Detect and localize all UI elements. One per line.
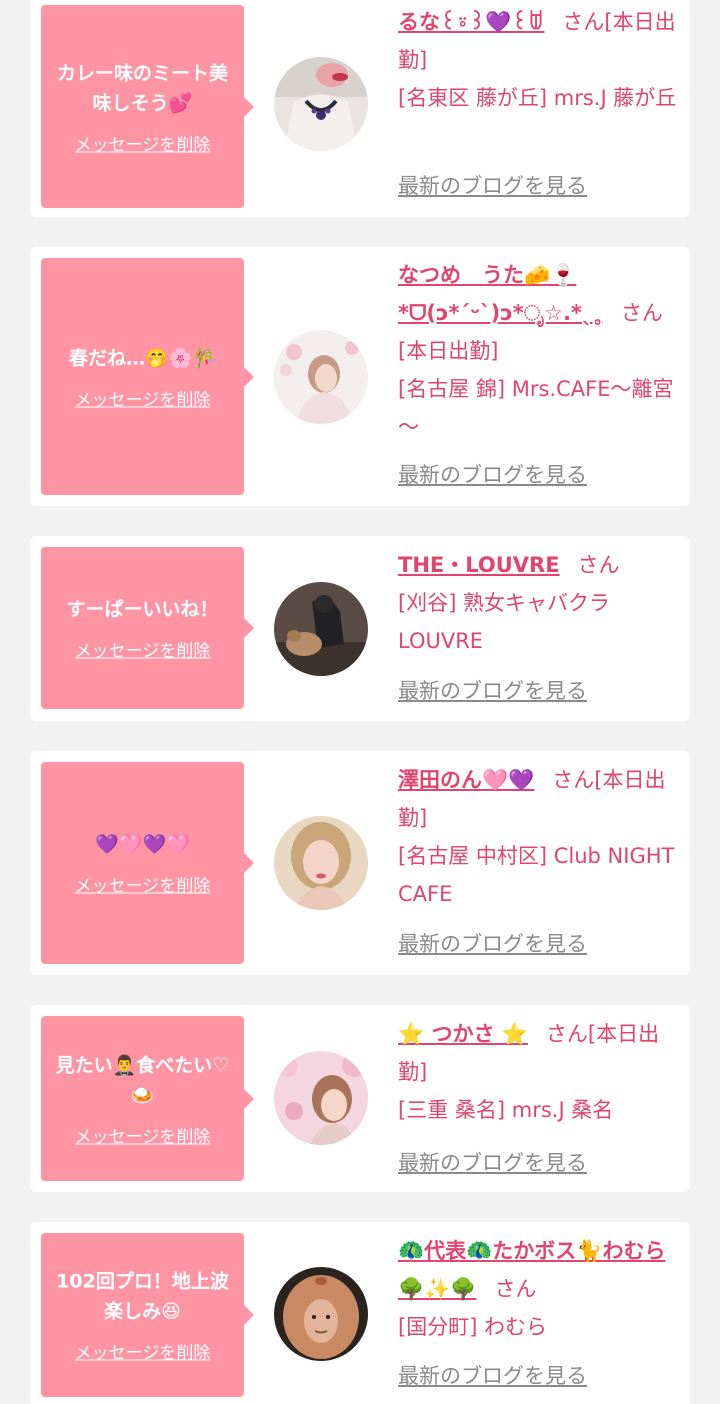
message-card: すーぱーいいね！ メッセージを削除 THE・LOUVRE さん [刈谷] 熟女キャ…: [30, 536, 690, 721]
message-text: カレー味のミート美味しそう💕: [56, 62, 228, 114]
shop-info: [名東区 藤が丘] mrs.J 藤が丘: [398, 86, 677, 110]
user-suffix: さん: [577, 553, 620, 577]
message-card: 見たい🤵‍♂️食べたい♡🍛 メッセージを削除 ⭐ つかさ ⭐ さん[本日出勤] […: [30, 1005, 690, 1192]
message-bubble: 💜🩷💜🩷 メッセージを削除: [41, 762, 254, 964]
message-bubble: 見たい🤵‍♂️食べたい♡🍛 メッセージを削除: [41, 1016, 254, 1181]
shop-info: [三重 桑名] mrs.J 桑名: [398, 1098, 614, 1122]
user-name-link[interactable]: ⭐ つかさ ⭐: [398, 1022, 528, 1046]
user-name-link[interactable]: なつめ うた🧀🍷*ᗜ(ↄ*ˊᵕˋ)ↄ*ೃ☆.*ˎ˳: [398, 263, 603, 325]
user-info: るな꒰⍤꒱💜꒰ꌂ さん[本日出勤] [名東区 藤が丘] mrs.J 藤が丘: [398, 3, 683, 117]
view-blog-link[interactable]: 最新のブログを見る: [398, 928, 587, 958]
message-text: すーぱーいいね！: [66, 598, 219, 621]
user-info: ⭐ つかさ ⭐ さん[本日出勤] [三重 桑名] mrs.J 桑名: [398, 1015, 683, 1129]
avatar[interactable]: [274, 816, 368, 910]
view-blog-link[interactable]: 最新のブログを見る: [398, 1147, 587, 1177]
message-bubble: 春だね…🤭🌸🎋 メッセージを削除: [41, 258, 254, 495]
message-bubble: 102回プロ！地上波楽しみ😆 メッセージを削除: [41, 1233, 254, 1397]
message-card: 💜🩷💜🩷 メッセージを削除 澤田のん🩷💜 さん[本日出勤] [名古屋 中村区] C…: [30, 751, 690, 975]
shop-info: [名古屋 錦] Mrs.CAFE～離宮～: [398, 377, 674, 439]
user-info: 澤田のん🩷💜 さん[本日出勤] [名古屋 中村区] Club NIGHT CAFE: [398, 761, 683, 913]
delete-message-link[interactable]: メッセージを削除: [75, 1339, 211, 1364]
shop-info: [名古屋 中村区] Club NIGHT CAFE: [398, 844, 675, 906]
avatar[interactable]: [274, 57, 368, 151]
user-name-link[interactable]: るな꒰⍤꒱💜꒰ꌂ: [398, 10, 544, 34]
delete-message-link[interactable]: メッセージを削除: [75, 385, 211, 410]
avatar[interactable]: [274, 1051, 368, 1145]
user-suffix: さん: [494, 1277, 537, 1301]
delete-message-link[interactable]: メッセージを削除: [75, 872, 211, 897]
message-card: 102回プロ！地上波楽しみ😆 メッセージを削除 🦚代表🦚たかボス🐈わむら🌳✨🌳 さ…: [30, 1222, 690, 1404]
message-bubble: すーぱーいいね！ メッセージを削除: [41, 547, 254, 709]
user-info: なつめ うた🧀🍷*ᗜ(ↄ*ˊᵕˋ)ↄ*ೃ☆.*ˎ˳ さん[本日出勤] [名古屋 錦…: [398, 256, 683, 446]
message-text: 見たい🤵‍♂️食べたい♡🍛: [55, 1054, 230, 1106]
message-text: 春だね…🤭🌸🎋: [69, 347, 216, 369]
user-name-link[interactable]: 澤田のん🩷💜: [398, 768, 534, 792]
delete-message-link[interactable]: メッセージを削除: [75, 637, 211, 662]
message-text: 💜🩷💜🩷: [95, 833, 190, 856]
view-blog-link[interactable]: 最新のブログを見る: [398, 1360, 587, 1390]
avatar[interactable]: [274, 330, 368, 424]
view-blog-link[interactable]: 最新のブログを見る: [398, 170, 587, 200]
shop-info: [国分町] わむら: [398, 1315, 548, 1339]
user-info: THE・LOUVRE さん [刈谷] 熟女キャバクラLOUVRE: [398, 546, 683, 660]
view-blog-link[interactable]: 最新のブログを見る: [398, 459, 587, 489]
message-text: 102回プロ！地上波楽しみ😆: [56, 1270, 229, 1323]
message-card: カレー味のミート美味しそう💕 メッセージを削除 るな꒰⍤꒱💜꒰ꌂ さん[本日出勤]…: [30, 0, 690, 217]
delete-message-link[interactable]: メッセージを削除: [75, 1122, 211, 1147]
view-blog-link[interactable]: 最新のブログを見る: [398, 675, 587, 705]
user-name-link[interactable]: THE・LOUVRE: [398, 553, 560, 577]
message-card: 春だね…🤭🌸🎋 メッセージを削除 なつめ うた🧀🍷*ᗜ(ↄ*ˊᵕˋ)ↄ*ೃ☆.*…: [30, 247, 690, 506]
delete-message-link[interactable]: メッセージを削除: [75, 130, 211, 155]
user-info: 🦚代表🦚たかボス🐈わむら🌳✨🌳 さん [国分町] わむら: [398, 1232, 683, 1346]
avatar[interactable]: [274, 582, 368, 676]
avatar[interactable]: [274, 1267, 368, 1361]
message-bubble: カレー味のミート美味しそう💕 メッセージを削除: [41, 5, 254, 208]
shop-info: [刈谷] 熟女キャバクラLOUVRE: [398, 591, 611, 653]
